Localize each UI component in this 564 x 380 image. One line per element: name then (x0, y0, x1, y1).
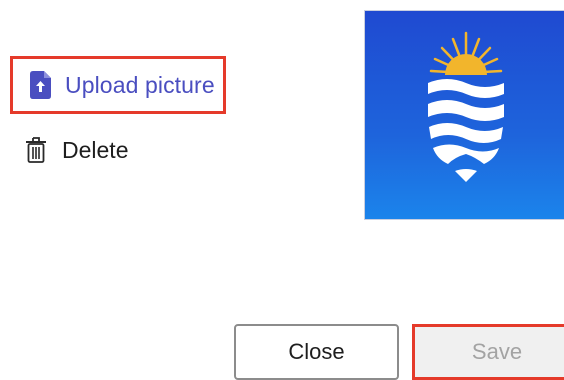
save-button[interactable]: Save (412, 324, 564, 380)
upload-picture-label: Upload picture (65, 71, 215, 98)
profile-picture-preview (365, 11, 564, 219)
delete-label: Delete (62, 136, 129, 163)
upload-picture-button[interactable]: Upload picture (10, 56, 226, 114)
sun-and-waves-logo (428, 31, 504, 182)
trash-icon (26, 137, 46, 163)
delete-button[interactable]: Delete (26, 132, 128, 168)
upload-file-icon (30, 71, 51, 99)
close-button[interactable]: Close (234, 324, 399, 380)
